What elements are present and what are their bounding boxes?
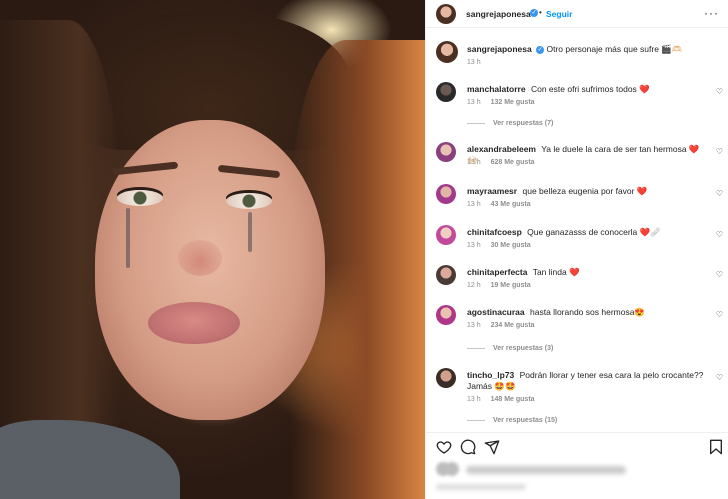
post-header: sangrejaponesa ✓ • Seguir ··· <box>426 0 728 28</box>
bookmark-icon[interactable] <box>709 439 723 455</box>
share-icon[interactable] <box>484 439 500 455</box>
comment-time: 13 h <box>467 159 481 166</box>
comment-time: 13 h <box>467 99 481 106</box>
photo-lips <box>148 302 240 344</box>
avatar[interactable] <box>436 368 456 388</box>
comment-text-line: manchalatorre Con este ofri sufrimos tod… <box>467 84 707 95</box>
follow-button[interactable]: Seguir <box>546 9 572 19</box>
comment-time: 13 h <box>467 322 481 329</box>
comment-likes[interactable]: 628 Me gusta <box>491 159 535 166</box>
post-username[interactable]: sangrejaponesa <box>466 9 531 19</box>
more-options-icon[interactable]: ··· <box>704 6 719 20</box>
comment-text: Tan linda ❤️ <box>532 267 580 277</box>
comment-meta: 13 h 30 Me gusta <box>467 242 539 249</box>
comment-username[interactable]: chinitaperfecta <box>467 267 527 277</box>
comment-username[interactable]: mayraamesr <box>467 186 517 196</box>
photo-eye-left <box>117 190 163 206</box>
avatar[interactable] <box>436 82 456 102</box>
likes-count-blurred <box>466 466 626 474</box>
comment-meta: 13 h 43 Me gusta <box>467 201 539 208</box>
post-photo <box>0 0 425 499</box>
comment-username[interactable]: chinitafcoesp <box>467 227 522 237</box>
heart-icon[interactable]: ♡ <box>716 270 723 279</box>
comment-likes[interactable]: 30 Me gusta <box>491 242 531 249</box>
comment-likes[interactable]: 43 Me gusta <box>491 201 531 208</box>
comment-time: 12 h <box>467 282 481 289</box>
avatar[interactable] <box>436 305 456 325</box>
caption-text: Otro personaje más que sufre 🎬🫶🏻 <box>546 44 683 54</box>
comment-username[interactable]: agostinacuraa <box>467 307 525 317</box>
comment-likes[interactable]: 148 Me gusta <box>491 396 535 403</box>
likes-summary-blurred <box>436 462 632 478</box>
photo-eye-right <box>226 193 272 209</box>
comment-meta: 13 h 132 Me gusta <box>467 99 543 106</box>
comment-text-line: chinitaperfecta Tan linda ❤️ <box>467 267 707 278</box>
comment-text-line: chinitafcoesp Que ganazasss de conocerla… <box>467 227 707 238</box>
view-replies-link[interactable]: Ver respuestas (15) <box>467 417 557 424</box>
comment-time: 13 h <box>467 242 481 249</box>
avatar[interactable] <box>436 265 456 285</box>
post-date-blurred <box>436 484 526 490</box>
comment-text-line: tincho_lp73 Podrán llorar y tener esa ca… <box>467 370 707 392</box>
avatar[interactable] <box>436 4 456 24</box>
comment-text: Que ganazasss de conocerla ❤️🩹 <box>527 227 661 237</box>
comment-likes[interactable]: 19 Me gusta <box>491 282 531 289</box>
photo-jacket <box>0 420 180 499</box>
comment-meta: 12 h 19 Me gusta <box>467 282 539 289</box>
heart-icon[interactable] <box>436 439 452 455</box>
view-replies-link[interactable]: Ver respuestas (3) <box>467 345 553 352</box>
comment-text-line: agostinacuraa hasta llorando sos hermosa… <box>467 307 707 318</box>
comment-likes[interactable]: 132 Me gusta <box>491 99 535 106</box>
comment-username[interactable]: manchalatorre <box>467 84 526 94</box>
comment-time: 13 h <box>467 201 481 208</box>
comment-likes[interactable]: 234 Me gusta <box>491 322 535 329</box>
verified-badge-icon: ✓ <box>536 45 545 54</box>
caption: sangrejaponesa ✓ Otro personaje más que … <box>426 34 728 74</box>
post-side-panel: sangrejaponesa ✓ • Seguir ··· sangrejapo… <box>425 0 728 499</box>
heart-icon[interactable]: ♡ <box>716 87 723 96</box>
verified-badge-icon: ✓ <box>530 9 538 17</box>
comment-username[interactable]: tincho_lp73 <box>467 370 514 380</box>
avatar[interactable] <box>436 225 456 245</box>
heart-icon[interactable]: ♡ <box>716 230 723 239</box>
avatar[interactable] <box>436 184 456 204</box>
heart-icon[interactable]: ♡ <box>716 373 723 382</box>
view-replies-link[interactable]: Ver respuestas (7) <box>467 120 553 127</box>
post-actions-bar <box>426 432 728 460</box>
photo-tear-right <box>248 212 252 252</box>
caption-username[interactable]: sangrejaponesa <box>467 44 532 54</box>
comment-time: 13 h <box>467 396 481 403</box>
comment-text: que belleza eugenia por favor ❤️ <box>522 186 648 196</box>
heart-icon[interactable]: ♡ <box>716 147 723 156</box>
comment-text-line: mayraamesr que belleza eugenia por favor… <box>467 186 707 197</box>
comment-text: hasta llorando sos hermosa😍 <box>530 307 646 317</box>
photo-nose <box>178 240 222 276</box>
comment-icon[interactable] <box>460 439 476 455</box>
caption-body: sangrejaponesa ✓ Otro personaje más que … <box>467 44 682 55</box>
separator-dot: • <box>539 8 542 17</box>
comment-meta: 13 h 234 Me gusta <box>467 322 543 329</box>
avatar[interactable] <box>436 41 458 63</box>
comment-meta: 13 h 148 Me gusta <box>467 396 543 403</box>
caption-time: 13 h <box>467 59 481 66</box>
comment-text: Con este ofri sufrimos todos ❤️ <box>530 84 650 94</box>
avatar[interactable] <box>436 142 456 162</box>
heart-icon[interactable]: ♡ <box>716 310 723 319</box>
avatar <box>445 462 459 476</box>
photo-tear-left <box>126 208 130 268</box>
comment-username[interactable]: alexandrabeleem <box>467 144 536 154</box>
comment-meta: 13 h 628 Me gusta <box>467 159 543 166</box>
heart-icon[interactable]: ♡ <box>716 189 723 198</box>
